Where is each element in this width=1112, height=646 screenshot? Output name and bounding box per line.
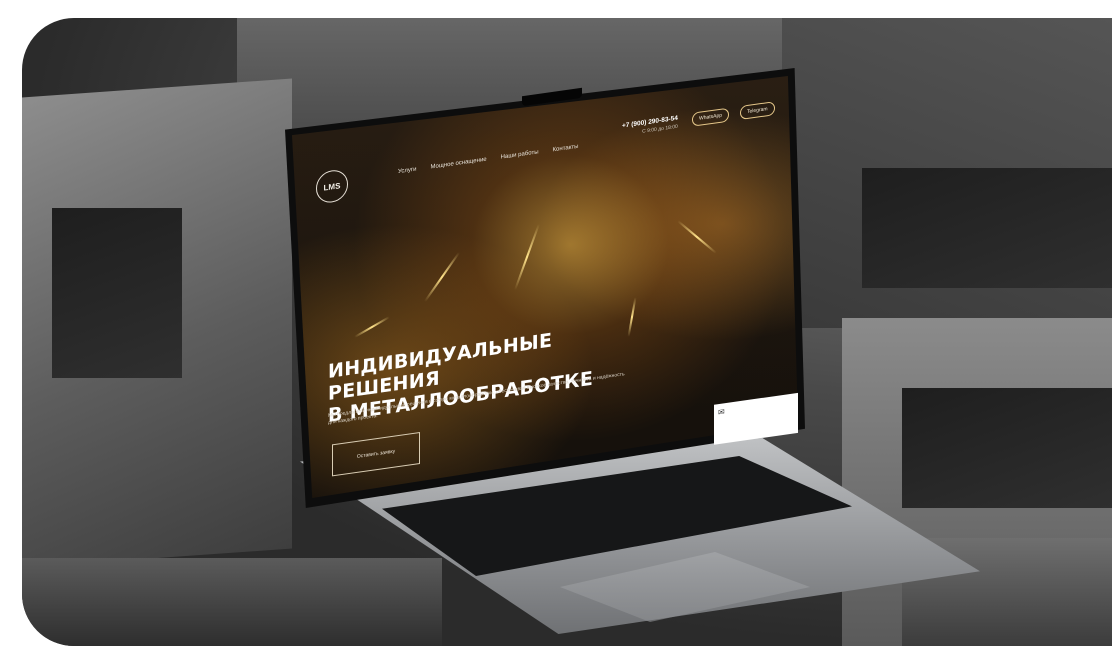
concrete-block-bottom-left: [22, 558, 442, 646]
website-mockup: LMS Услуги Мощное оснащение Наши работы …: [292, 5, 798, 498]
cta-button[interactable]: Оставить заявку: [332, 432, 420, 477]
nav-item-equipment[interactable]: Мощное оснащение: [430, 157, 486, 171]
concrete-block-hole: [52, 208, 182, 378]
chat-icon: ✉: [718, 407, 725, 418]
site-nav: Услуги Мощное оснащение Наши работы Конт…: [398, 144, 578, 175]
nav-item-contacts[interactable]: Контакты: [553, 144, 579, 154]
concrete-block-hole: [902, 388, 1112, 508]
site-logo[interactable]: LMS: [316, 168, 348, 205]
nav-item-works[interactable]: Наши работы: [501, 149, 539, 160]
concrete-block-hole: [862, 168, 1112, 288]
whatsapp-button[interactable]: WhatsApp: [692, 107, 730, 127]
nav-item-services[interactable]: Услуги: [398, 167, 416, 176]
logo-text: LMS: [323, 180, 341, 193]
contact-block: +7 (900) 290-83-54 С 9:00 до 18:00: [622, 115, 678, 138]
telegram-button[interactable]: Telegram: [740, 101, 775, 121]
